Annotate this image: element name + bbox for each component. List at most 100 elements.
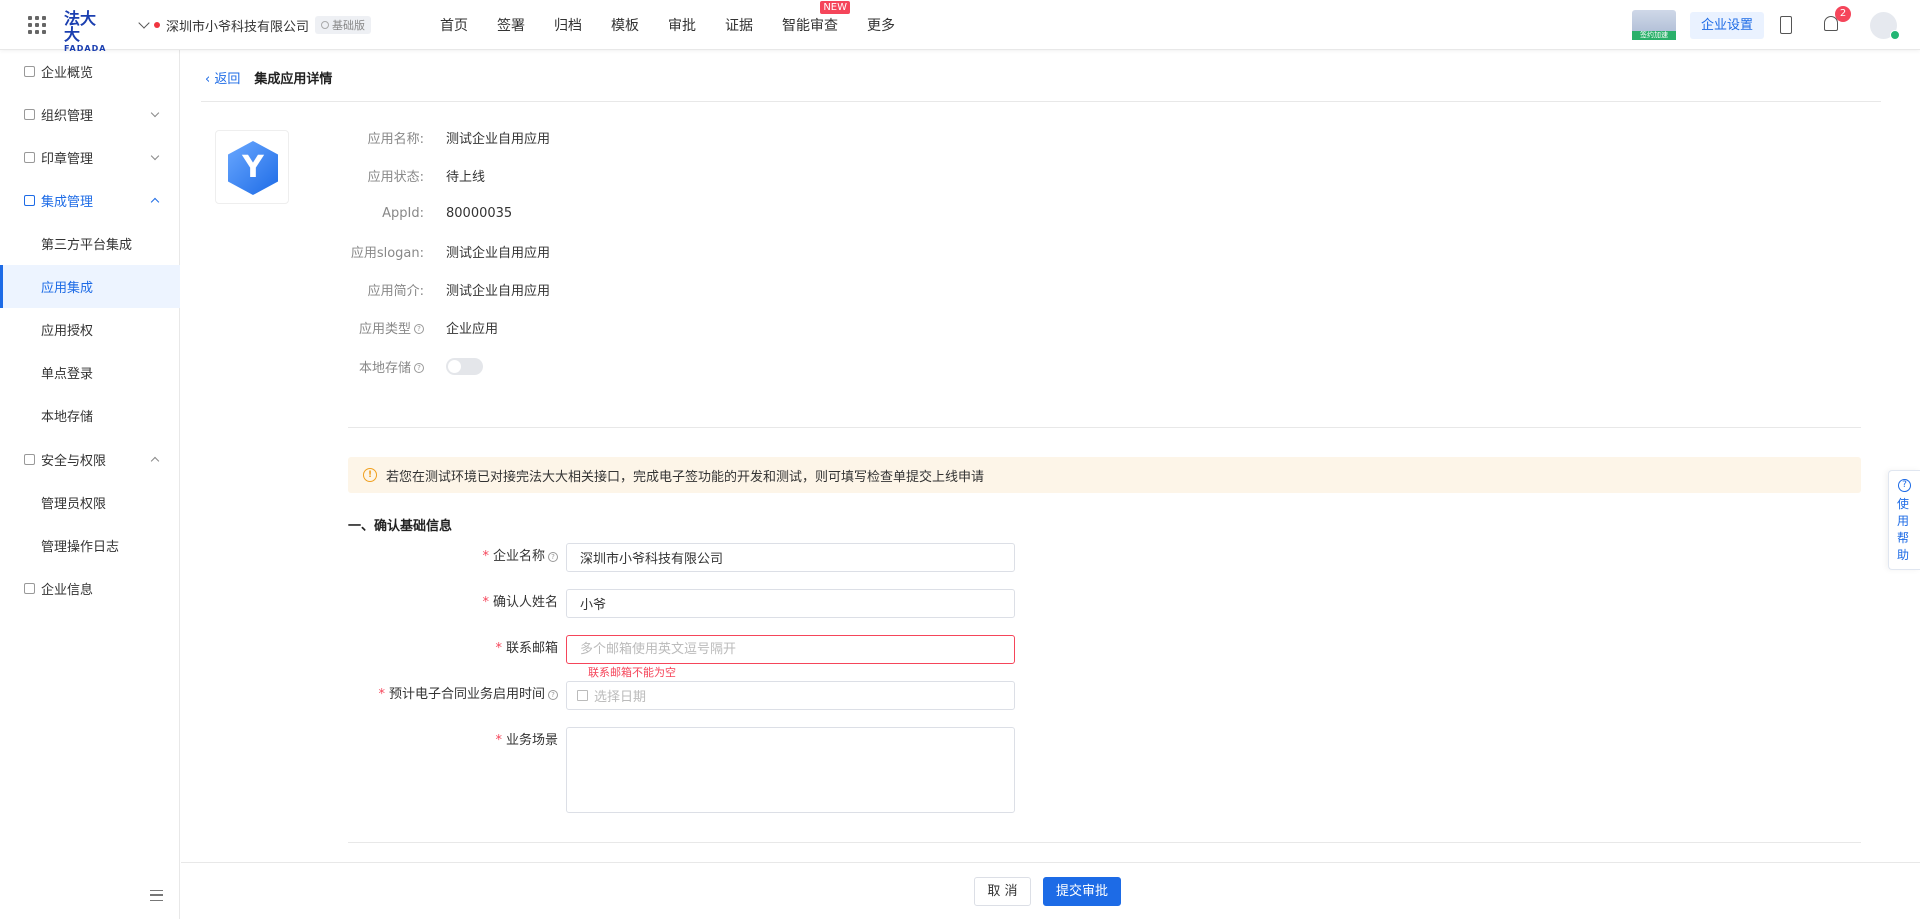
info-row-slogan: 应用slogan: 测试企业自用应用 <box>281 241 550 261</box>
nav-archive[interactable]: 归档 <box>554 15 582 35</box>
fadada-logo[interactable]: 法大大 FADADA <box>64 11 110 53</box>
info-label: 应用简介: <box>367 283 424 299</box>
nav-smart-review[interactable]: 智能审查 NEW <box>782 1 850 35</box>
sidebar: 企业概览 组织管理 印章管理 集成管理 第三方平台集成 应用集成 应用授权 单点… <box>0 50 180 919</box>
promo-banner[interactable]: 签约加速 <box>1632 10 1676 40</box>
app-grid-icon[interactable] <box>28 16 46 34</box>
status-dot-icon <box>154 22 160 28</box>
info-value: 待上线 <box>446 169 486 185</box>
sidebar-item-sso[interactable]: 单点登录 <box>0 351 180 394</box>
sidebar-item-integration[interactable]: 集成管理 <box>0 179 180 222</box>
new-badge: NEW <box>820 1 850 14</box>
sidebar-item-op-log[interactable]: 管理操作日志 <box>0 524 180 567</box>
chevron-up-icon <box>150 456 160 466</box>
sidebar-item-ent-info[interactable]: 企业信息 <box>0 567 180 610</box>
chevron-up-icon <box>150 197 160 207</box>
back-link[interactable]: ‹ 返回 <box>205 68 240 87</box>
info-label: 本地存储? <box>281 357 432 376</box>
business-scene-textarea[interactable] <box>566 727 1015 813</box>
enterprise-settings-button[interactable]: 企业设置 <box>1690 12 1764 39</box>
info-value: 测试企业自用应用 <box>446 131 551 147</box>
info-label: 应用状态: <box>367 169 424 185</box>
edition-badge: 基础版 <box>315 16 372 34</box>
nav-sign[interactable]: 签署 <box>497 15 525 35</box>
overview-icon <box>24 66 35 77</box>
email-error-message: 联系邮箱不能为空 <box>588 666 676 679</box>
sidebar-item-overview[interactable]: 企业概览 <box>0 50 180 93</box>
page-title: 集成应用详情 <box>254 72 333 87</box>
warning-icon: ! <box>363 468 377 482</box>
form-label: * 业务场景 <box>495 733 558 748</box>
sidebar-item-app-integration[interactable]: 应用集成 <box>0 265 180 308</box>
help-circle-icon[interactable]: ? <box>548 551 558 562</box>
sidebar-item-label: 印章管理 <box>41 152 94 167</box>
nav-more[interactable]: 更多 <box>867 15 895 35</box>
org-icon <box>24 109 35 120</box>
nav-template[interactable]: 模板 <box>611 15 639 35</box>
divider <box>348 427 1861 428</box>
section-title: 一、确认基础信息 <box>348 519 453 534</box>
nav-approval[interactable]: 审批 <box>668 15 696 35</box>
sidebar-item-org[interactable]: 组织管理 <box>0 93 180 136</box>
sidebar-item-admin-perm[interactable]: 管理员权限 <box>0 481 180 524</box>
info-row-name: 应用名称: 测试企业自用应用 <box>281 127 550 147</box>
question-icon: ? <box>1898 479 1911 492</box>
sidebar-item-security[interactable]: 安全与权限 <box>0 438 180 481</box>
form-row-email: * 联系邮箱 <box>348 635 1015 664</box>
info-value: 测试企业自用应用 <box>446 283 551 299</box>
edition-label: 基础版 <box>332 19 366 32</box>
chevron-down-icon <box>138 17 150 29</box>
info-icon <box>24 583 35 594</box>
sidebar-item-local-storage[interactable]: 本地存储 <box>0 394 180 437</box>
sidebar-item-label: 集成管理 <box>41 195 94 210</box>
sidebar-item-label: 第三方平台集成 <box>41 238 133 253</box>
confirmer-label: 确认人姓名 <box>492 595 558 610</box>
form-row-scene: * 业务场景 <box>348 727 1015 813</box>
footer-bar: 取 消 提交审批 <box>181 862 1920 919</box>
sidebar-item-label: 管理操作日志 <box>41 540 120 555</box>
sidebar-item-label: 应用集成 <box>41 281 94 296</box>
help-circle-icon[interactable]: ? <box>548 689 558 700</box>
local-storage-toggle[interactable] <box>446 357 483 375</box>
company-name-input[interactable] <box>566 543 1015 572</box>
sidebar-item-label: 企业概览 <box>41 66 94 81</box>
breadcrumb: ‹ 返回 集成应用详情 <box>205 68 332 87</box>
sidebar-item-label: 应用授权 <box>41 324 94 339</box>
info-row-status: 应用状态: 待上线 <box>281 165 485 185</box>
submit-approval-button[interactable]: 提交审批 <box>1043 877 1121 906</box>
sidebar-item-third-party[interactable]: 第三方平台集成 <box>0 222 180 265</box>
sidebar-item-label: 安全与权限 <box>41 454 107 469</box>
nav-evidence[interactable]: 证据 <box>725 15 753 35</box>
form-row-company: * 企业名称? <box>348 543 1015 572</box>
notice-text: 若您在测试环境已对接完法大大相关接口，完成电子签功能的开发和测试，则可填写检查单… <box>386 469 985 485</box>
help-circle-icon[interactable]: ? <box>414 363 424 373</box>
email-field[interactable] <box>566 635 1015 664</box>
company-selector[interactable]: 深圳市小爷科技有限公司 基础版 <box>138 14 372 36</box>
scene-label: 业务场景 <box>505 733 558 748</box>
sidebar-item-label: 本地存储 <box>41 410 94 425</box>
cancel-button[interactable]: 取 消 <box>974 877 1031 906</box>
nav-home[interactable]: 首页 <box>440 15 468 35</box>
help-circle-icon[interactable]: ? <box>414 324 424 334</box>
logo-cn: 法大大 <box>64 9 97 44</box>
sidebar-item-seal[interactable]: 印章管理 <box>0 136 180 179</box>
sidebar-item-label: 组织管理 <box>41 109 94 124</box>
info-label: 应用类型? <box>281 318 432 337</box>
top-nav: 首页 签署 归档 模板 审批 证据 智能审查 NEW 更多 <box>440 0 924 50</box>
collapse-sidebar-icon[interactable] <box>150 890 163 901</box>
notice-banner: ! 若您在测试环境已对接完法大大相关接口，完成电子签功能的开发和测试，则可填写检… <box>348 457 1861 493</box>
form-label: * 预计电子合同业务启用时间? <box>348 681 566 709</box>
main-content: ‹ 返回 集成应用详情 Y 应用名称: 测试企业自用应用 应用状态: 待上线 A… <box>181 50 1920 919</box>
help-float-button[interactable]: ? 使用帮助 <box>1888 470 1920 570</box>
confirmer-name-input[interactable] <box>566 589 1015 618</box>
info-row-appid: AppId: 80000035 <box>281 203 512 223</box>
nav-smart-review-label: 智能审查 <box>782 18 838 34</box>
type-label: 应用类型 <box>358 321 411 337</box>
info-value: 测试企业自用应用 <box>446 245 551 261</box>
mobile-icon[interactable] <box>1780 16 1792 34</box>
info-label: 应用名称: <box>367 131 424 147</box>
date-picker-input[interactable]: 选择日期 <box>566 681 1015 710</box>
sidebar-item-app-auth[interactable]: 应用授权 <box>0 308 180 351</box>
storage-label: 本地存储 <box>358 360 411 376</box>
info-row-type: 应用类型? 企业应用 <box>281 317 498 337</box>
